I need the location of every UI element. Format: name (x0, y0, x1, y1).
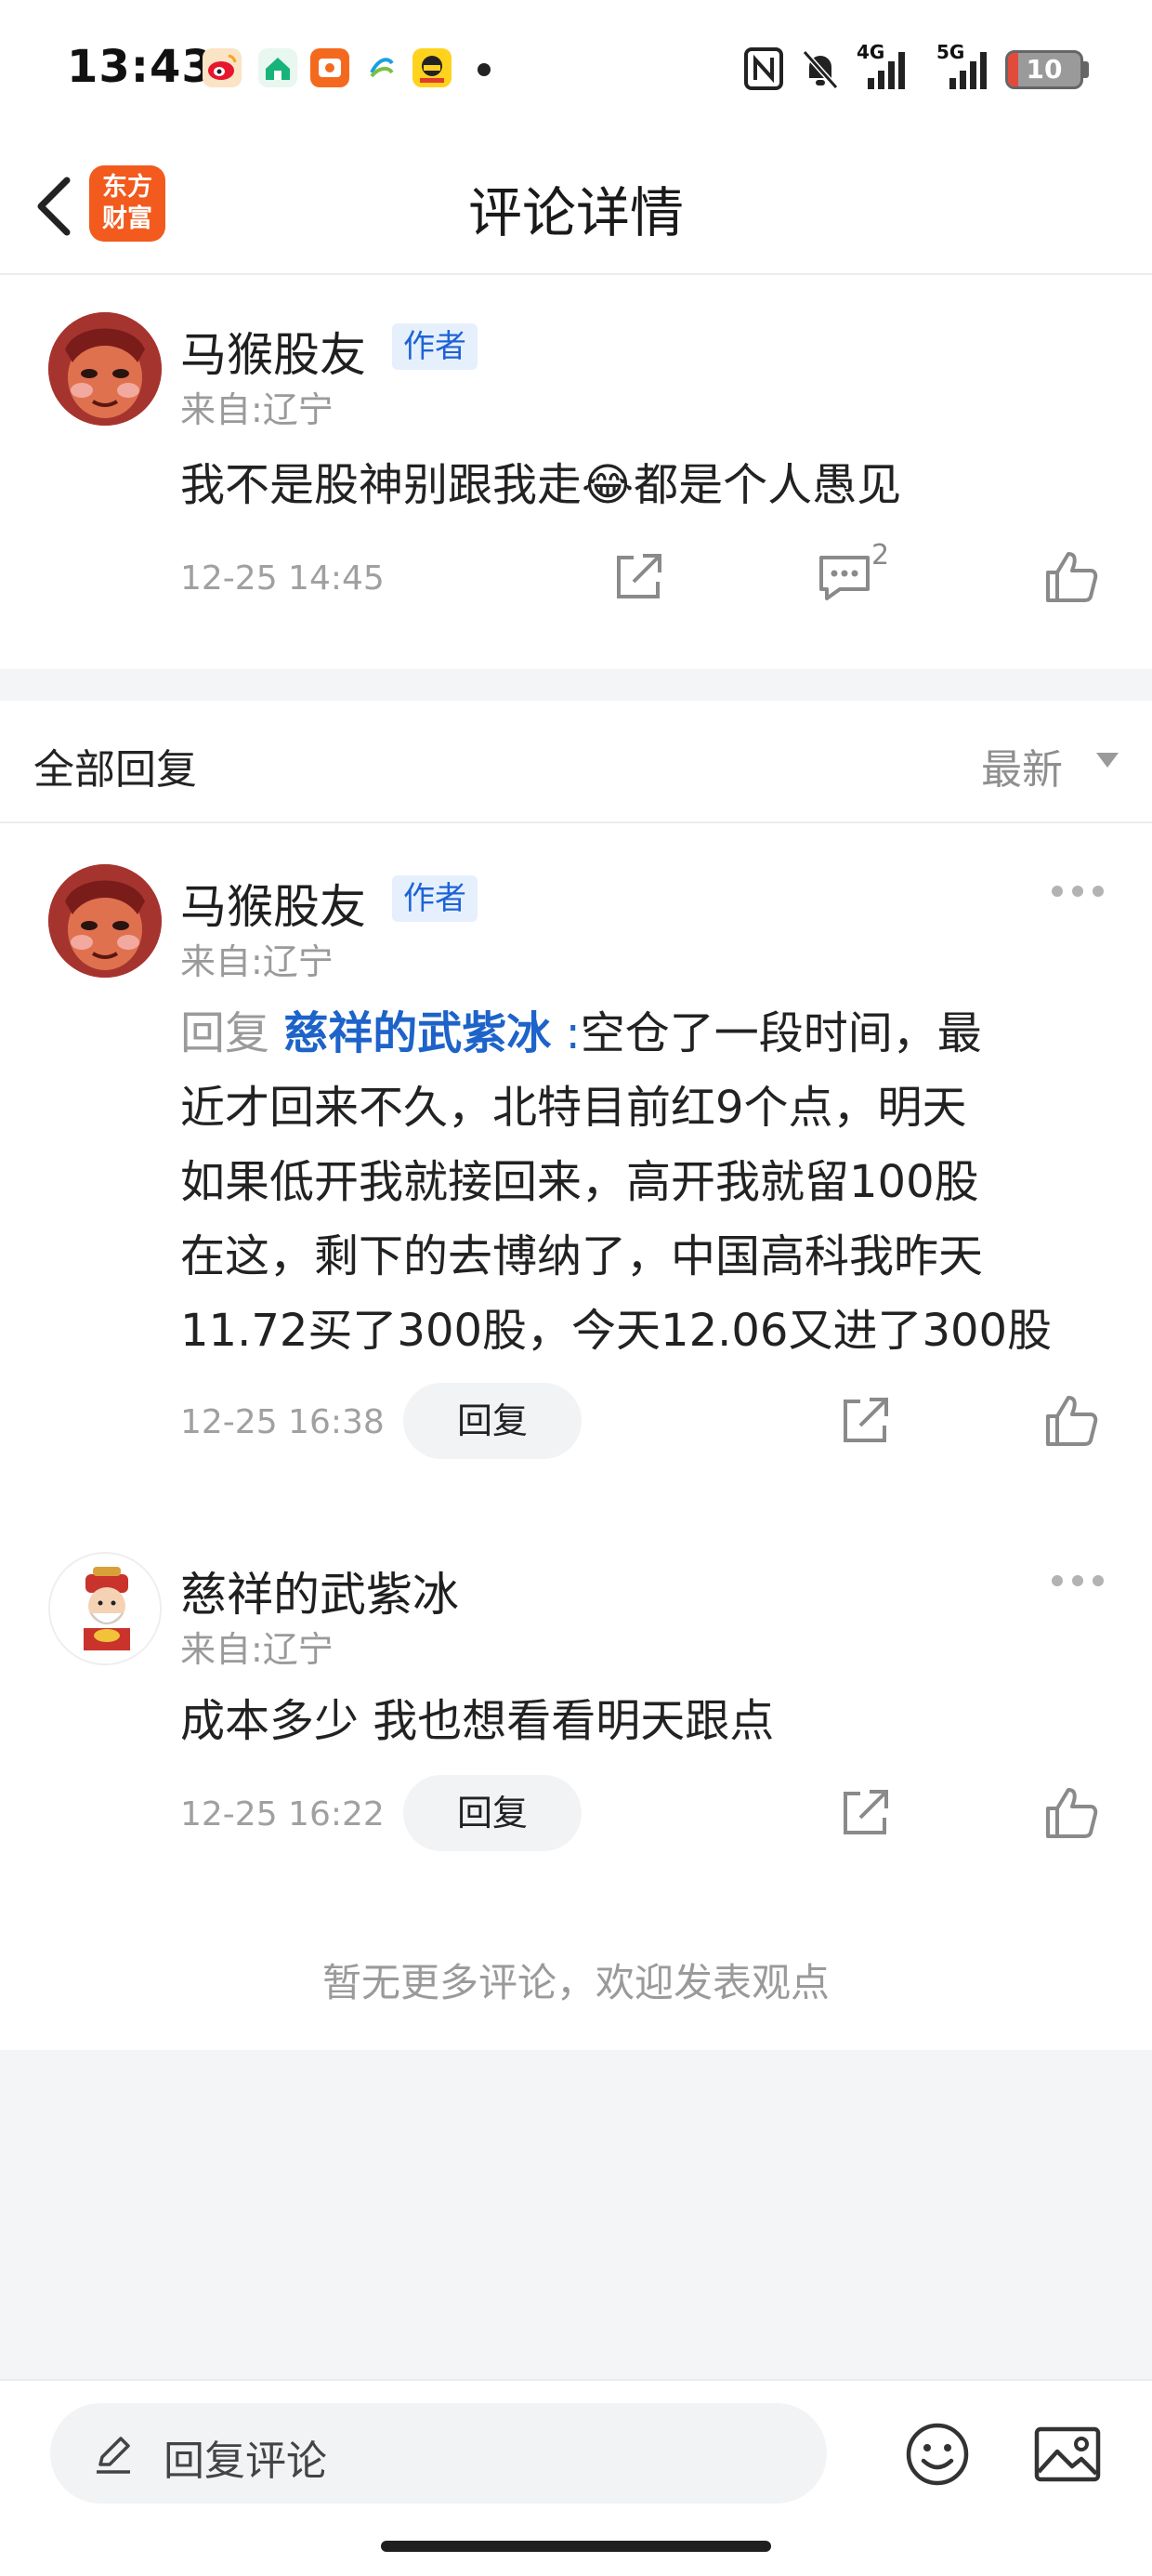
avatar[interactable] (48, 1552, 162, 1665)
reply-author[interactable]: 慈祥的武紫冰 (180, 1557, 459, 1624)
comment-location: 来自:辽宁 (180, 389, 334, 430)
avatar[interactable] (48, 312, 162, 426)
reply-author[interactable]: 马猴股友 (180, 870, 366, 937)
comment-time: 12-25 14:45 (180, 559, 385, 598)
page-title: 评论详情 (467, 181, 684, 244)
input-placeholder: 回复评论 (164, 2438, 327, 2485)
status-time: 13:43 (67, 41, 214, 93)
more-options-button[interactable] (1052, 883, 1117, 911)
reply-location: 来自:辽宁 (180, 1629, 334, 1670)
yellow-app-icon (412, 48, 452, 87)
reply-content: 回复 慈祥的武紫冰 :空仓了一段时间，最 近才回来不久，北特目前红9个点，明天 … (180, 996, 1119, 1368)
signal-5g-icon (949, 52, 987, 89)
comment-icon (819, 556, 870, 600)
reply-time: 12-25 16:22 (180, 1795, 385, 1833)
reply-line-1: 回复 慈祥的武紫冰 :空仓了一段时间，最 (180, 996, 1119, 1071)
reply-button[interactable]: 回复 (403, 1383, 582, 1459)
reply-text-line: 近才回来不久，北特目前红9个点，明天 (180, 1082, 967, 1134)
all-replies-title: 全部回复 (33, 746, 197, 794)
author-tag: 作者 (392, 323, 478, 370)
sort-dropdown[interactable]: 最新 (981, 736, 1063, 795)
like-button[interactable] (1039, 1781, 1104, 1846)
reply-target-user[interactable]: 慈祥的武紫冰 (283, 1007, 551, 1059)
status-bar: 13:43 4G 5G 10 (0, 0, 1152, 138)
reply-time: 12-25 16:38 (180, 1403, 385, 1441)
home-app-icon (258, 48, 297, 87)
bottom-input-bar: 回复评论 (0, 2379, 1152, 2576)
reply-text-line: 在这，剩下的去博纳了，中国高科我昨天 (180, 1230, 984, 1282)
reply-location: 来自:辽宁 (180, 941, 334, 982)
mobile-app-icon (362, 48, 401, 87)
reply-button[interactable]: 回复 (403, 1775, 582, 1851)
reply-colon: : (565, 1007, 581, 1059)
weibo-app-icon (203, 48, 242, 87)
thumbs-up-icon (1046, 552, 1098, 602)
author-tag: 作者 (392, 875, 478, 922)
reply-count: 2 (871, 539, 890, 572)
thumbs-up-icon (1046, 1788, 1098, 1838)
replies-section-header: 全部回复 最新 (0, 701, 1152, 823)
image-icon (1034, 2426, 1101, 2482)
comment-content: 我不是股神别跟我走😂都是个人愚见 (180, 459, 902, 511)
emoji-button[interactable] (899, 2416, 975, 2492)
share-button[interactable] (832, 1388, 897, 1453)
more-dots-icon (1052, 886, 1063, 897)
more-options-button[interactable] (1052, 1572, 1117, 1600)
caret-down-icon[interactable] (1096, 753, 1119, 768)
app-header: 东方 财富 评论详情 (0, 138, 1152, 275)
comment-button[interactable] (812, 545, 877, 610)
reply-comment-input[interactable]: 回复评论 (50, 2403, 827, 2504)
reply-content: 成本多少 我也想看看明天跟点 (180, 1695, 775, 1747)
share-icon (617, 554, 661, 598)
battery-nub (1083, 61, 1089, 78)
share-button[interactable] (606, 545, 671, 610)
reply-text-line: 11.72买了300股，今天12.06又进了300股 (180, 1305, 1053, 1357)
mute-bell-icon (802, 49, 839, 90)
nfc-icon (744, 47, 783, 90)
battery-icon: 10 (1005, 50, 1083, 89)
home-indicator[interactable] (381, 2541, 771, 2552)
avatar[interactable] (48, 864, 162, 978)
signal-4g-icon (868, 52, 905, 89)
orange-app-icon (310, 48, 349, 87)
like-button[interactable] (1039, 545, 1104, 610)
emoji-icon (906, 2423, 969, 2486)
reply-text-line: 如果低开我就接回来，高开我就留100股 (180, 1156, 979, 1208)
battery-level: 10 (1026, 54, 1063, 85)
no-more-comments-note: 暂无更多评论，欢迎发表观点 (321, 1960, 830, 2005)
more-dots-icon (1052, 1575, 1063, 1586)
thumbs-up-icon (1046, 1396, 1098, 1446)
comment-author[interactable]: 马猴股友 (180, 318, 366, 385)
share-icon (844, 1398, 888, 1442)
image-button[interactable] (1029, 2416, 1106, 2492)
share-button[interactable] (832, 1781, 897, 1846)
reply-text-line: 空仓了一段时间，最 (580, 1007, 982, 1059)
main-comment-card: 马猴股友 作者 来自:辽宁 我不是股神别跟我走😂都是个人愚见 12-25 14:… (0, 275, 1152, 669)
like-button[interactable] (1039, 1388, 1104, 1453)
reply-prefix: 回复 (180, 1007, 270, 1059)
notification-dot (478, 63, 491, 76)
replies-list: 马猴股友 作者 来自:辽宁 回复 慈祥的武紫冰 :空仓了一段时间，最 近才回来不… (0, 823, 1152, 2050)
pen-icon (97, 2437, 130, 2474)
share-icon (844, 1790, 888, 1834)
